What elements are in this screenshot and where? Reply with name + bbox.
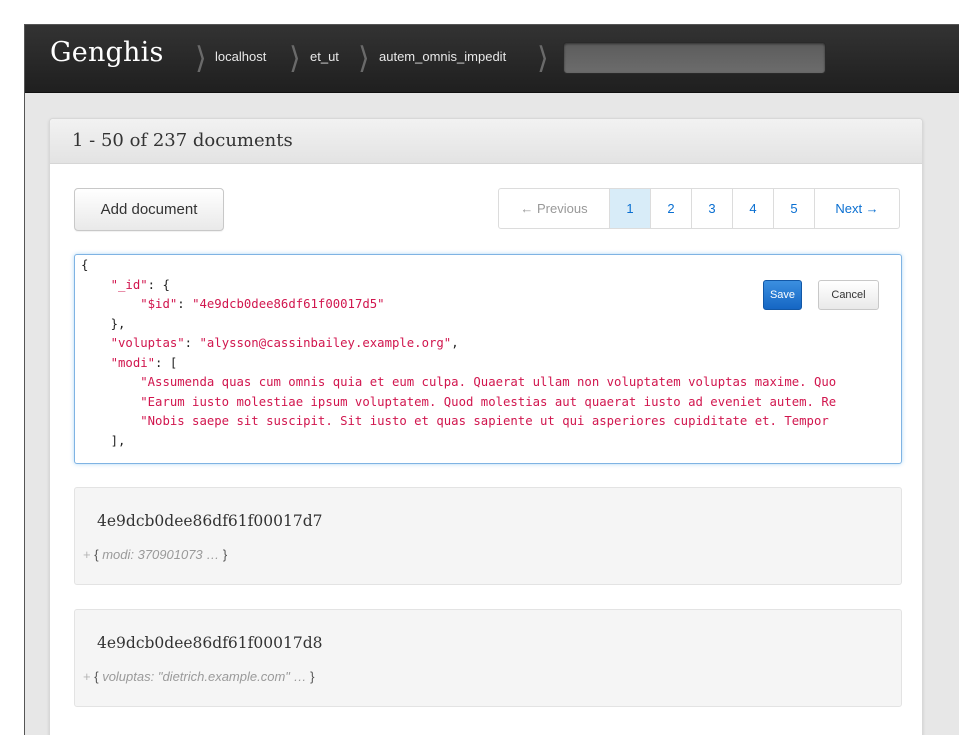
brand-logo[interactable]: Genghis xyxy=(50,37,164,68)
breadcrumb-database[interactable]: et_ut xyxy=(310,49,339,64)
next-page-link[interactable]: Next → xyxy=(815,189,899,228)
json-value: "Nobis saepe sit suscipit. Sit iusto et … xyxy=(140,414,829,428)
json-code[interactable]: { "_id": { "$id": "4e9dcb0dee86df61f0001… xyxy=(81,256,836,451)
add-document-button[interactable]: Add document xyxy=(74,188,224,231)
code-line: : xyxy=(184,336,200,350)
page-link-4[interactable]: 4 xyxy=(733,189,774,228)
json-value: "Assumenda quas cum omnis quia et eum cu… xyxy=(140,375,837,389)
breadcrumb-server[interactable]: localhost xyxy=(215,49,266,64)
search-input[interactable] xyxy=(563,42,826,74)
previous-page-link[interactable]: ← Previous xyxy=(499,189,610,228)
document-id[interactable]: 4e9dcb0dee86df61f00017d8 xyxy=(97,634,322,652)
document-card[interactable]: 4e9dcb0dee86df61f00017d8 + { voluptas: "… xyxy=(74,609,902,707)
json-key: "voluptas" xyxy=(110,336,185,350)
page-link-3[interactable]: 3 xyxy=(692,189,733,228)
document-id[interactable]: 4e9dcb0dee86df61f00017d7 xyxy=(97,512,322,530)
cancel-button[interactable]: Cancel xyxy=(818,280,879,310)
code-line: : xyxy=(177,297,193,311)
pagination: ← Previous 1 2 3 4 5 Next → xyxy=(498,188,900,229)
code-line: }, xyxy=(110,316,126,331)
breadcrumb-separator-icon: ⟩ xyxy=(195,41,207,76)
open-brace: { xyxy=(94,547,99,562)
summary-text: voluptas: "dietrich.example.com" … xyxy=(102,669,307,684)
top-navbar: Genghis ⟩ localhost ⟩ et_ut ⟩ autem_omni… xyxy=(25,25,959,93)
expand-icon[interactable]: + xyxy=(83,547,91,562)
page-link-5[interactable]: 5 xyxy=(774,189,815,228)
json-key: "modi" xyxy=(110,355,156,370)
breadcrumb-separator-icon: ⟩ xyxy=(289,41,301,76)
close-brace: } xyxy=(222,547,228,562)
page-link-1[interactable]: 1 xyxy=(610,189,651,228)
breadcrumb-collection[interactable]: autem_omnis_impedit xyxy=(379,49,506,64)
expand-icon[interactable]: + xyxy=(83,669,91,684)
breadcrumb-separator-icon: ⟩ xyxy=(537,41,549,76)
app-window: Genghis ⟩ localhost ⟩ et_ut ⟩ autem_omni… xyxy=(24,24,959,735)
page-title: 1 - 50 of 237 documents xyxy=(50,119,922,164)
summary-text: modi: 370901073 … xyxy=(102,547,220,562)
document-summary[interactable]: + { modi: 370901073 … } xyxy=(83,547,227,562)
json-value: "alysson@cassinbailey.example.org" xyxy=(199,336,452,350)
code-line: : { xyxy=(147,277,170,292)
document-summary[interactable]: + { voluptas: "dietrich.example.com" … } xyxy=(83,669,314,684)
documents-panel: 1 - 50 of 237 documents Add document ← P… xyxy=(49,118,923,735)
close-brace: } xyxy=(310,669,315,684)
open-brace: { xyxy=(94,669,99,684)
save-button[interactable]: Save xyxy=(763,280,802,310)
document-card[interactable]: 4e9dcb0dee86df61f00017d7 + { modi: 37090… xyxy=(74,487,902,585)
page-link-2[interactable]: 2 xyxy=(651,189,692,228)
code-line: , xyxy=(451,336,459,350)
document-editor[interactable]: { "_id": { "$id": "4e9dcb0dee86df61f0001… xyxy=(74,254,902,464)
json-value: "4e9dcb0dee86df61f00017d5" xyxy=(192,297,385,311)
json-value: "Earum iusto molestiae ipsum voluptatem.… xyxy=(140,394,837,409)
breadcrumb-separator-icon: ⟩ xyxy=(358,41,370,76)
code-line: { xyxy=(81,258,89,272)
json-key: "$id" xyxy=(140,297,178,311)
code-line: ], xyxy=(110,433,126,448)
json-key: "_id" xyxy=(110,277,148,292)
code-line: : [ xyxy=(155,355,178,370)
